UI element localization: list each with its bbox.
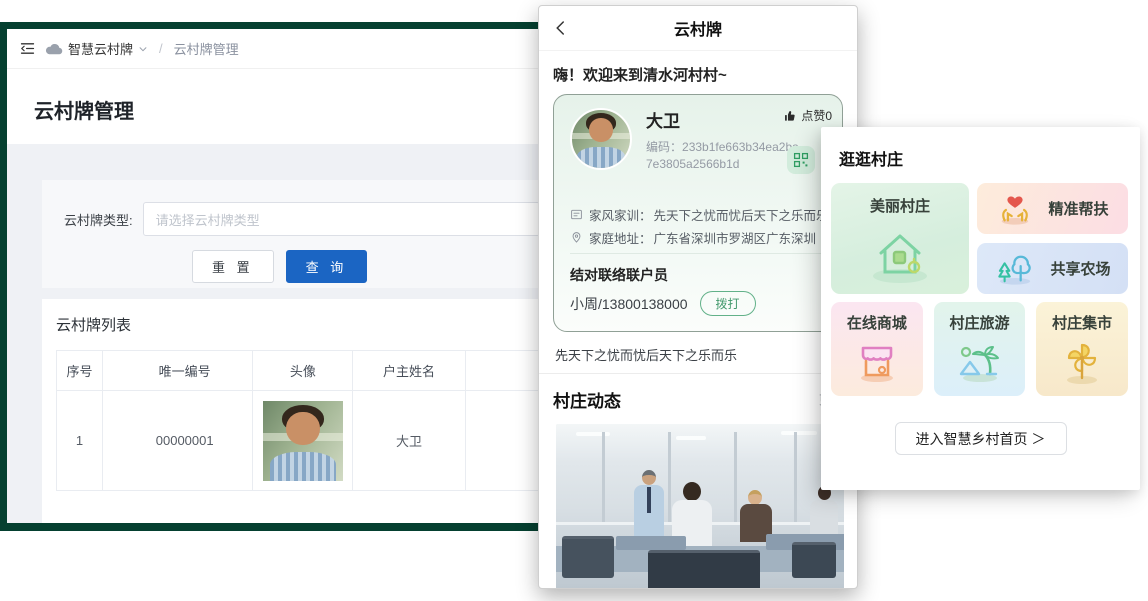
photo-monitor bbox=[792, 542, 836, 578]
browse-village-title: 逛逛村庄 bbox=[821, 127, 1140, 183]
contact-row: 小周/13800138000 拨打 bbox=[570, 291, 756, 316]
screenshot-stage: 智慧云村牌 / 云村牌管理 云村牌管理 云村牌类型: 请选择云村牌类型 bbox=[0, 0, 1148, 601]
tile-village-tourism[interactable]: 村庄旅游 bbox=[934, 302, 1026, 396]
family-motto-value: 先天下之忧而忧后天下之乐而乐 bbox=[654, 205, 829, 224]
location-pin-icon bbox=[570, 231, 583, 244]
phone-page-title: 云村牌 bbox=[674, 16, 722, 40]
tile-label: 村庄旅游 bbox=[950, 312, 1010, 333]
palm-tree-icon bbox=[956, 340, 1004, 384]
cloud-icon bbox=[45, 43, 63, 55]
photo-person bbox=[642, 470, 656, 485]
photo-monitor bbox=[562, 536, 614, 578]
profile-code-label: 编码： bbox=[646, 140, 682, 154]
tile-label: 美丽村庄 bbox=[870, 195, 930, 216]
col-avatar: 头像 bbox=[253, 351, 353, 391]
tile-targeted-assistance[interactable]: 精准帮扶 bbox=[977, 183, 1128, 234]
photo-monitor bbox=[648, 550, 760, 589]
photo-person bbox=[748, 490, 762, 505]
home-address-value: 广东省深圳市罗湖区广东深圳 bbox=[654, 228, 817, 247]
home-address-row: 家庭地址：广东省深圳市罗湖区广东深圳 bbox=[570, 228, 816, 247]
col-id-number: 身份证 bbox=[465, 351, 540, 391]
breadcrumb-app-label: 智慧云村牌 bbox=[68, 39, 133, 58]
photo-person bbox=[683, 482, 701, 501]
tile-online-mall[interactable]: 在线商城 bbox=[831, 302, 923, 396]
admin-content: 云村牌类型: 请选择云村牌类型 重 置 查 询 云村牌列表 序号 bbox=[7, 144, 540, 523]
admin-window: 智慧云村牌 / 云村牌管理 云村牌管理 云村牌类型: 请选择云村牌类型 bbox=[0, 22, 540, 531]
family-motto-row: 家风家训：先天下之忧而忧后天下之乐而乐 bbox=[570, 205, 829, 224]
breadcrumb-separator: / bbox=[159, 41, 163, 56]
family-motto-label: 家风家训： bbox=[589, 205, 652, 224]
photo-ceiling bbox=[556, 424, 844, 460]
trees-icon bbox=[994, 252, 1036, 286]
profile-name: 大卫 bbox=[646, 107, 680, 132]
likes-count-label: 点赞0 bbox=[801, 107, 832, 124]
tile-label: 精准帮扶 bbox=[1048, 198, 1108, 219]
village-card-type-select[interactable]: 请选择云村牌类型 bbox=[143, 202, 540, 236]
phone-navbar: 云村牌 bbox=[539, 6, 857, 51]
owner-avatar-photo bbox=[263, 401, 343, 481]
house-icon bbox=[867, 226, 933, 284]
village-news-header: 村庄动态 更多 bbox=[539, 374, 857, 422]
storefront-icon bbox=[854, 340, 900, 384]
page-title: 云村牌管理 bbox=[7, 69, 540, 144]
village-card-table: 序号 唯一编号 头像 户主姓名 身份证 1 00000001 bbox=[56, 350, 540, 491]
collapse-sidebar-icon[interactable] bbox=[19, 40, 36, 57]
breadcrumb-app-item[interactable]: 智慧云村牌 bbox=[45, 39, 148, 58]
pinwheel-icon bbox=[1060, 340, 1104, 386]
thumbs-up-icon bbox=[783, 109, 797, 123]
tile-shared-farm[interactable]: 共享农场 bbox=[977, 243, 1128, 294]
back-icon[interactable] bbox=[552, 19, 570, 42]
tile-label: 共享农场 bbox=[1050, 258, 1110, 279]
col-code: 唯一编号 bbox=[103, 351, 253, 391]
select-placeholder: 请选择云村牌类型 bbox=[156, 210, 260, 229]
profile-avatar-photo bbox=[570, 108, 632, 170]
village-tiles: 美丽村庄 bbox=[821, 183, 1140, 396]
cell-id-number: 4408841988 bbox=[465, 391, 540, 491]
cell-code: 00000001 bbox=[103, 391, 253, 491]
col-owner-name: 户主姓名 bbox=[353, 351, 465, 391]
like-button[interactable]: 点赞0 bbox=[783, 107, 832, 124]
tile-village-market[interactable]: 村庄集市 bbox=[1036, 302, 1128, 396]
phone-screen: 云村牌 嗨！欢迎来到清水河村村~ 大卫 编码：233b1fe663b34ea2b… bbox=[538, 5, 858, 589]
hands-heart-icon bbox=[996, 192, 1034, 226]
reset-button[interactable]: 重 置 bbox=[192, 250, 274, 283]
village-card-type-label: 云村牌类型: bbox=[64, 210, 133, 229]
certificate-icon bbox=[570, 208, 583, 221]
qr-code-button[interactable] bbox=[787, 146, 815, 174]
contact-section-title: 结对联络联户员 bbox=[570, 265, 668, 285]
query-button[interactable]: 查 询 bbox=[286, 250, 368, 283]
tile-label: 在线商城 bbox=[847, 312, 907, 333]
smart-village-home-button[interactable]: 进入智慧乡村首页 ＞ bbox=[895, 422, 1067, 455]
call-button[interactable]: 拨打 bbox=[700, 291, 756, 316]
chevron-down-icon bbox=[138, 44, 148, 54]
cell-index: 1 bbox=[57, 391, 103, 491]
home-address-label: 家庭地址： bbox=[589, 228, 652, 247]
cell-owner-name: 大卫 bbox=[353, 391, 465, 491]
village-news-photo bbox=[556, 424, 844, 589]
card-divider bbox=[570, 253, 826, 254]
notice-marquee: 先天下之忧而忧后天下之乐而乐 bbox=[539, 337, 857, 374]
qr-code-icon bbox=[793, 152, 809, 168]
tile-beautiful-village[interactable]: 美丽村庄 bbox=[831, 183, 969, 294]
admin-body: 智慧云村牌 / 云村牌管理 云村牌管理 云村牌类型: 请选择云村牌类型 bbox=[7, 29, 540, 523]
village-news-title: 村庄动态 bbox=[553, 387, 621, 412]
browse-village-panel: 逛逛村庄 美丽村庄 bbox=[821, 127, 1140, 490]
breadcrumb-current-page: 云村牌管理 bbox=[174, 39, 239, 58]
tile-label: 村庄集市 bbox=[1052, 312, 1112, 333]
cell-avatar bbox=[253, 391, 353, 491]
welcome-text: 嗨！欢迎来到清水河村村~ bbox=[539, 51, 857, 94]
col-index: 序号 bbox=[57, 351, 103, 391]
table-row[interactable]: 1 00000001 大卫 4408 bbox=[57, 391, 541, 491]
list-title: 云村牌列表 bbox=[56, 314, 540, 335]
contact-name-phone: 小周/13800138000 bbox=[570, 294, 688, 314]
admin-header: 智慧云村牌 / 云村牌管理 bbox=[7, 29, 540, 69]
profile-card: 大卫 编码：233b1fe663b34ea2ba7e3805a2566b1d 点… bbox=[553, 94, 843, 332]
list-card: 云村牌列表 序号 唯一编号 头像 户主姓名 身份证 1 00000001 bbox=[42, 299, 540, 523]
profile-code: 编码：233b1fe663b34ea2ba7e3805a2566b1d bbox=[646, 139, 804, 173]
table-header-row: 序号 唯一编号 头像 户主姓名 身份证 bbox=[57, 351, 541, 391]
filter-card: 云村牌类型: 请选择云村牌类型 重 置 查 询 bbox=[42, 180, 540, 288]
